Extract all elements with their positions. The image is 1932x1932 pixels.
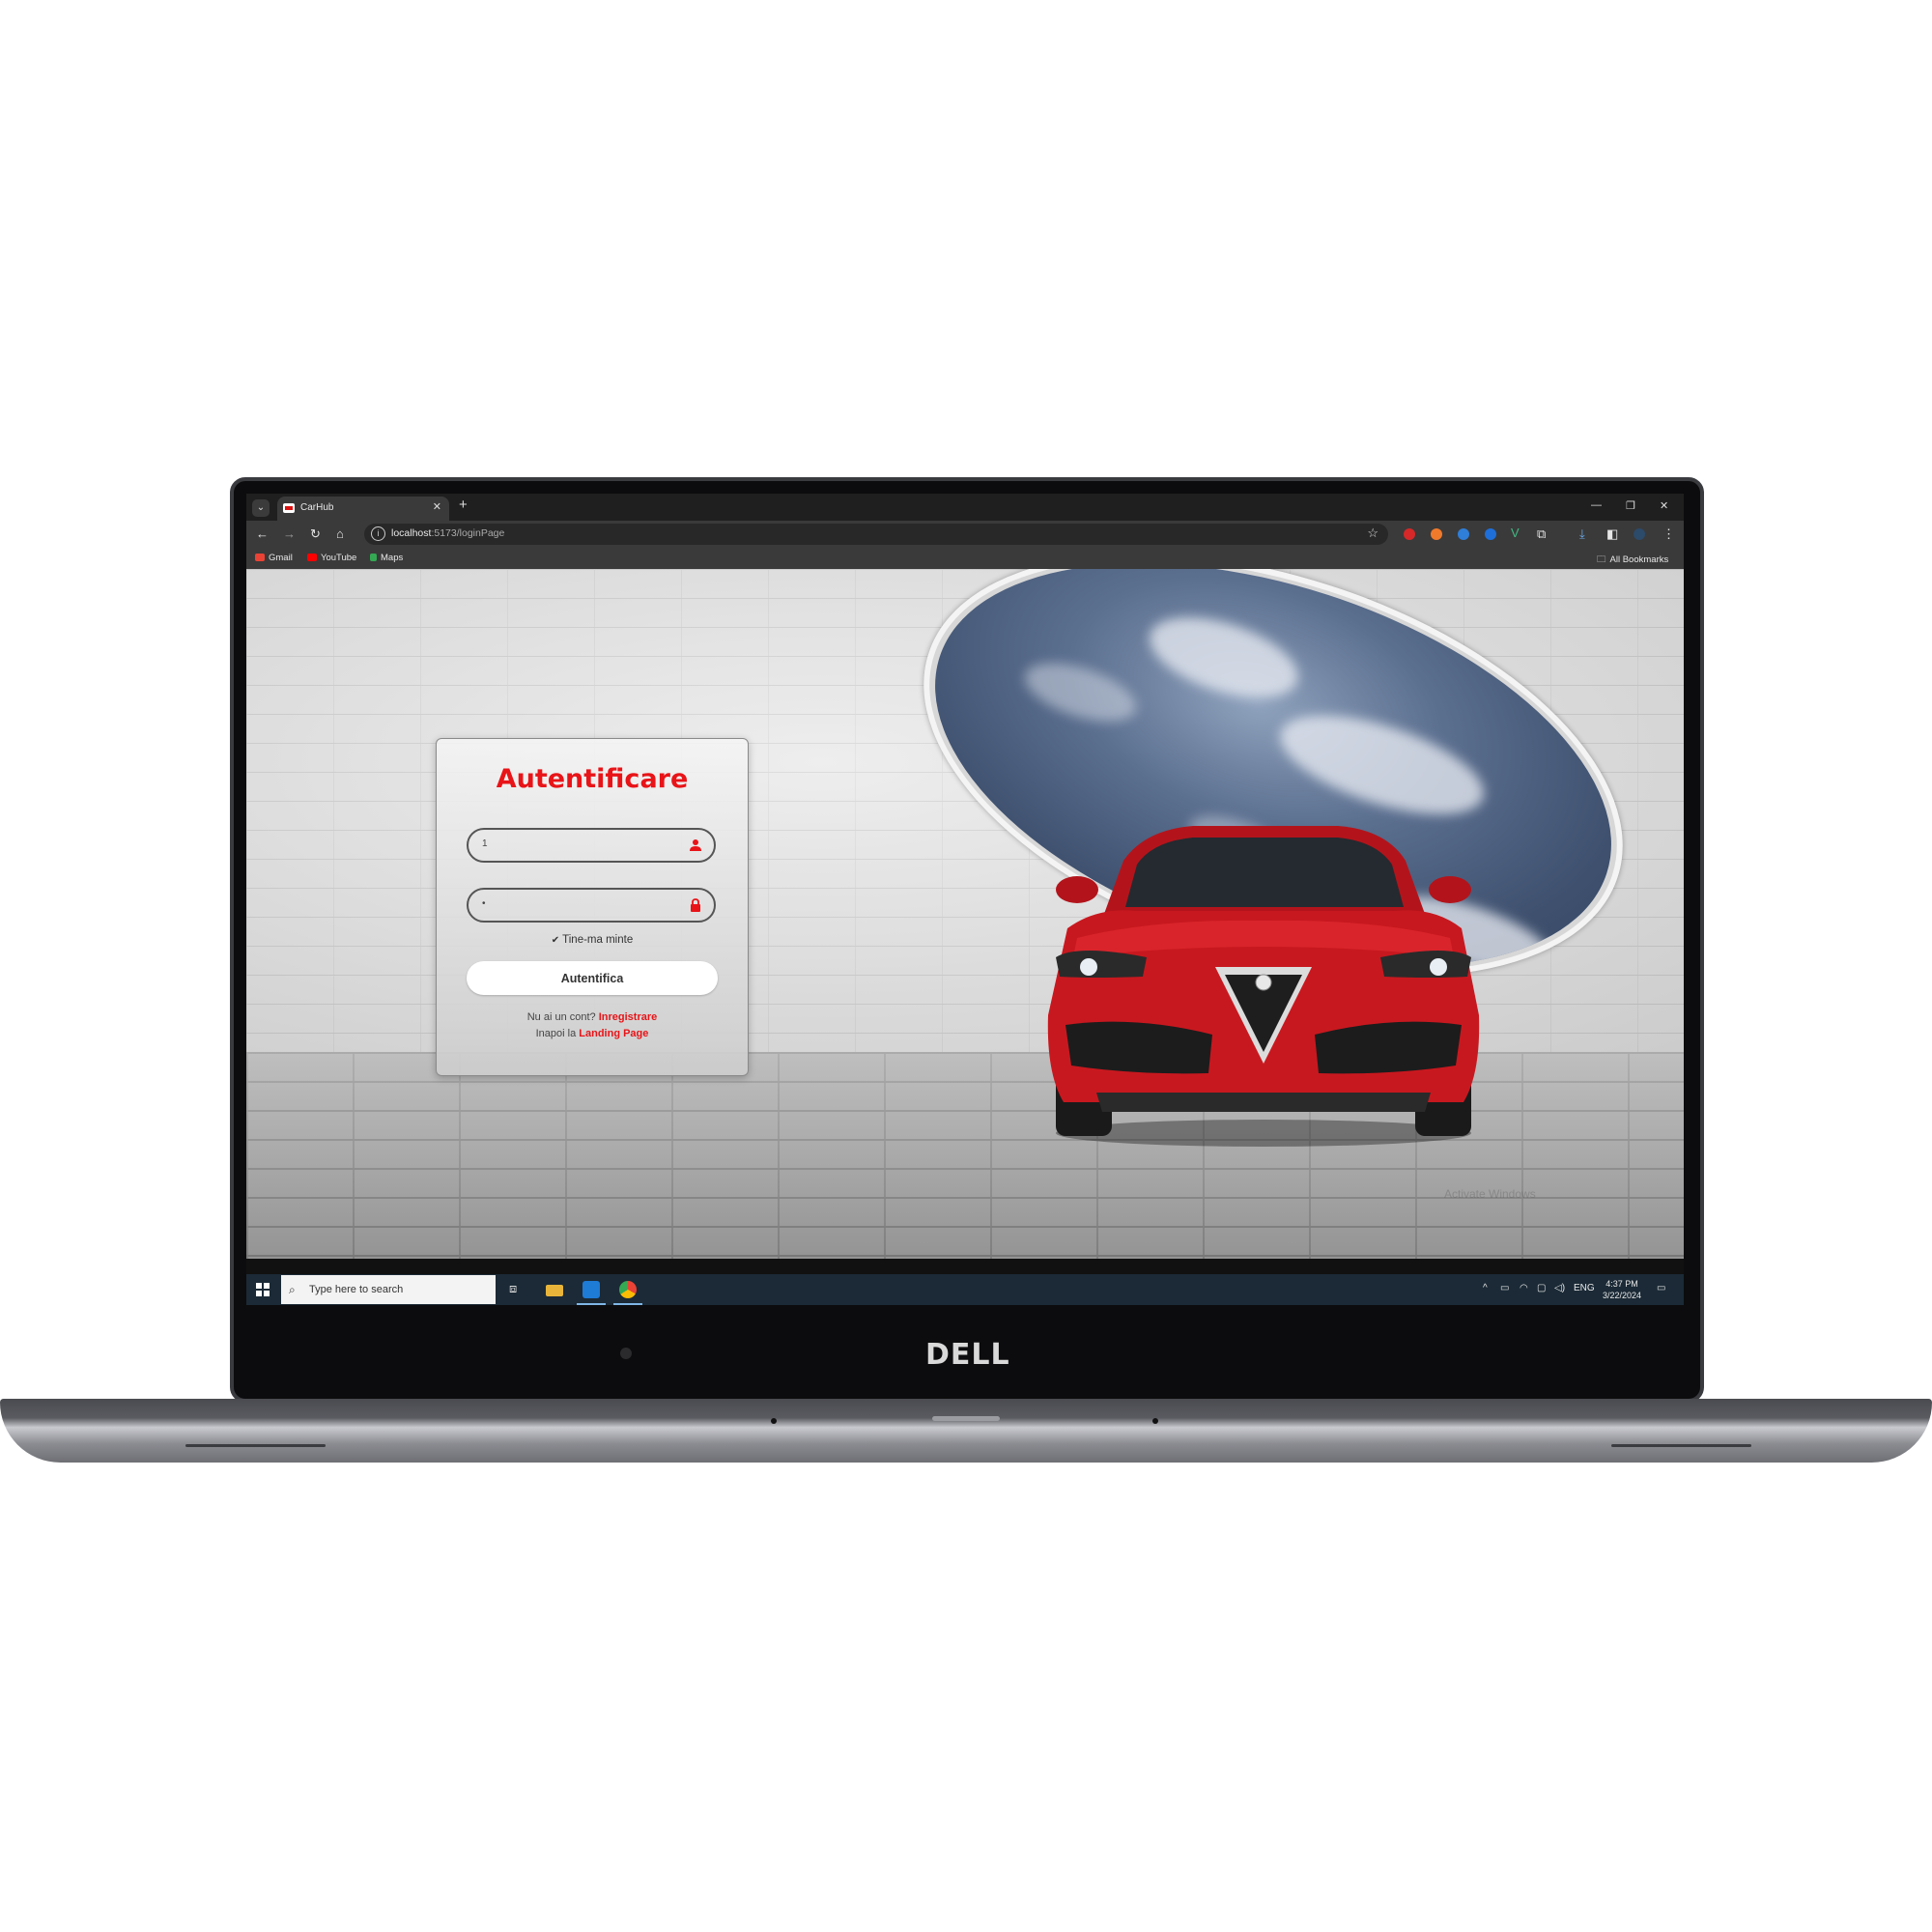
taskbar-search[interactable]: ⌕ Type here to search xyxy=(281,1275,496,1304)
login-page: Autentificare ✔Tine-ma minte Autentifica xyxy=(246,569,1684,1259)
forward-icon[interactable]: → xyxy=(283,526,296,541)
taskbar-search-placeholder: Type here to search xyxy=(309,1284,404,1295)
password-input[interactable] xyxy=(480,897,677,910)
extension-icon-2[interactable] xyxy=(1431,528,1442,540)
youtube-icon xyxy=(307,554,317,561)
tray-chevron-icon[interactable]: ^ xyxy=(1483,1283,1488,1293)
speaker-vent-right xyxy=(1611,1444,1751,1447)
speaker-vent-left xyxy=(185,1444,326,1447)
vue-devtools-icon[interactable]: V xyxy=(1511,526,1520,540)
search-icon: ⌕ xyxy=(289,1283,296,1296)
home-icon[interactable]: ⌂ xyxy=(336,526,344,541)
register-prompt: Nu ai un cont? xyxy=(526,1011,596,1023)
extension-icon-4[interactable] xyxy=(1485,528,1496,540)
window-close-icon[interactable]: ✕ xyxy=(1660,499,1668,512)
browser-tab-bar: ⌄ CarHub ✕ + — ❐ ✕ xyxy=(246,494,1684,521)
carhub-favicon-icon xyxy=(283,503,295,513)
minimize-icon[interactable]: — xyxy=(1591,499,1602,511)
hinge-dot-left xyxy=(771,1418,777,1424)
back-icon[interactable]: ← xyxy=(256,526,269,541)
register-line: Nu ai un cont? Inregistrare xyxy=(437,1011,748,1023)
browser-toolbar: ← → ↻ ⌂ i localhost:5173/loginPage ☆ V ⧉… xyxy=(246,521,1684,548)
remember-me[interactable]: ✔ Tine-ma minte xyxy=(437,934,748,946)
site-info-icon[interactable]: i xyxy=(371,526,385,541)
task-view-icon[interactable]: ⧈ xyxy=(509,1281,526,1298)
chrome-icon[interactable] xyxy=(619,1281,637,1298)
gmail-icon xyxy=(255,554,265,561)
extensions-puzzle-icon[interactable]: ⧉ xyxy=(1537,526,1546,542)
download-icon[interactable]: ⤓ xyxy=(1579,526,1585,542)
profile-avatar[interactable] xyxy=(1634,528,1645,540)
back-line: Inapoi la Landing Page xyxy=(437,1028,748,1039)
file-explorer-icon[interactable] xyxy=(546,1285,563,1296)
red-car-image xyxy=(1047,826,1480,1147)
extension-icon-3[interactable] xyxy=(1458,528,1469,540)
cloud xyxy=(1268,695,1495,835)
tab-carhub[interactable]: CarHub ✕ xyxy=(277,497,449,521)
laptop-base-notch xyxy=(932,1416,1000,1421)
bookmark-gmail[interactable]: Gmail xyxy=(255,553,293,563)
bookmark-youtube[interactable]: YouTube xyxy=(307,553,356,563)
login-button[interactable]: Autentifica xyxy=(467,961,718,995)
dell-logo: DELL xyxy=(925,1338,1010,1372)
clock-date: 3/22/2024 xyxy=(1602,1291,1641,1300)
screen: ⌄ CarHub ✕ + — ❐ ✕ ← → ↻ ⌂ i localhost:5… xyxy=(246,494,1684,1305)
bookmark-maps[interactable]: Maps xyxy=(370,553,403,563)
menu-kebab-icon[interactable]: ⋮ xyxy=(1662,526,1675,542)
username-input[interactable] xyxy=(480,838,677,850)
extension-icon-1[interactable] xyxy=(1404,528,1415,540)
vscode-icon[interactable] xyxy=(582,1281,600,1298)
folder-icon: 🗀 xyxy=(1597,554,1606,565)
login-card: Autentificare ✔Tine-ma minte Autentifica xyxy=(436,738,749,1076)
clock-time: 4:37 PM xyxy=(1605,1279,1638,1289)
reload-icon[interactable]: ↻ xyxy=(310,526,321,542)
remember-checkbox[interactable]: ✔ xyxy=(552,935,559,946)
activate-windows-watermark: Activate Windows xyxy=(1444,1187,1536,1201)
tab-title: CarHub xyxy=(300,502,334,513)
volume-icon[interactable]: ◁) xyxy=(1554,1283,1565,1293)
close-icon[interactable]: ✕ xyxy=(433,500,441,513)
lock-icon xyxy=(691,898,700,912)
address-bar[interactable]: i localhost:5173/loginPage ☆ xyxy=(364,524,1388,545)
cloud xyxy=(1139,601,1308,714)
active-indicator xyxy=(613,1303,642,1305)
new-tab-button[interactable]: + xyxy=(459,497,468,513)
register-link[interactable]: Inregistrare xyxy=(599,1011,658,1023)
windows-start-icon[interactable] xyxy=(256,1283,270,1296)
remember-label: Tine-ma minte xyxy=(562,934,634,946)
webcam xyxy=(620,1348,632,1359)
restore-icon[interactable]: ❐ xyxy=(1626,499,1635,512)
landing-page-link[interactable]: Landing Page xyxy=(579,1028,648,1039)
side-panel-icon[interactable]: ◧ xyxy=(1606,526,1618,542)
taskbar-clock[interactable]: 4:37 PM 3/22/2024 xyxy=(1603,1278,1641,1301)
login-title: Autentificare xyxy=(496,764,689,794)
url-text: localhost:5173/loginPage xyxy=(391,527,505,539)
bookmarks-bar: Gmail YouTube Maps 🗀 All Bookmarks xyxy=(246,548,1684,570)
cloud xyxy=(1017,651,1144,733)
language-indicator[interactable]: ENG xyxy=(1574,1283,1595,1293)
battery-icon[interactable]: ▭ xyxy=(1500,1283,1509,1293)
maps-icon xyxy=(370,554,377,561)
wifi-icon[interactable]: ◠ xyxy=(1520,1283,1528,1293)
password-field[interactable] xyxy=(467,888,716,923)
hinge-dot-right xyxy=(1152,1418,1158,1424)
tab-search-button[interactable]: ⌄ xyxy=(252,499,270,517)
meet-icon[interactable]: ▢ xyxy=(1537,1283,1546,1293)
user-icon xyxy=(690,839,701,851)
all-bookmarks[interactable]: 🗀 All Bookmarks xyxy=(1597,553,1668,568)
bookmark-star-icon[interactable]: ☆ xyxy=(1367,526,1378,541)
back-prompt: Inapoi la xyxy=(535,1028,577,1039)
username-field[interactable] xyxy=(467,828,716,863)
notifications-icon[interactable]: ▭ xyxy=(1657,1283,1665,1293)
windows-taskbar: ⌕ Type here to search ⧈ ^ ▭ ◠ ▢ ◁) ENG 4… xyxy=(246,1274,1684,1305)
laptop-base xyxy=(0,1399,1932,1463)
active-indicator xyxy=(577,1303,606,1305)
